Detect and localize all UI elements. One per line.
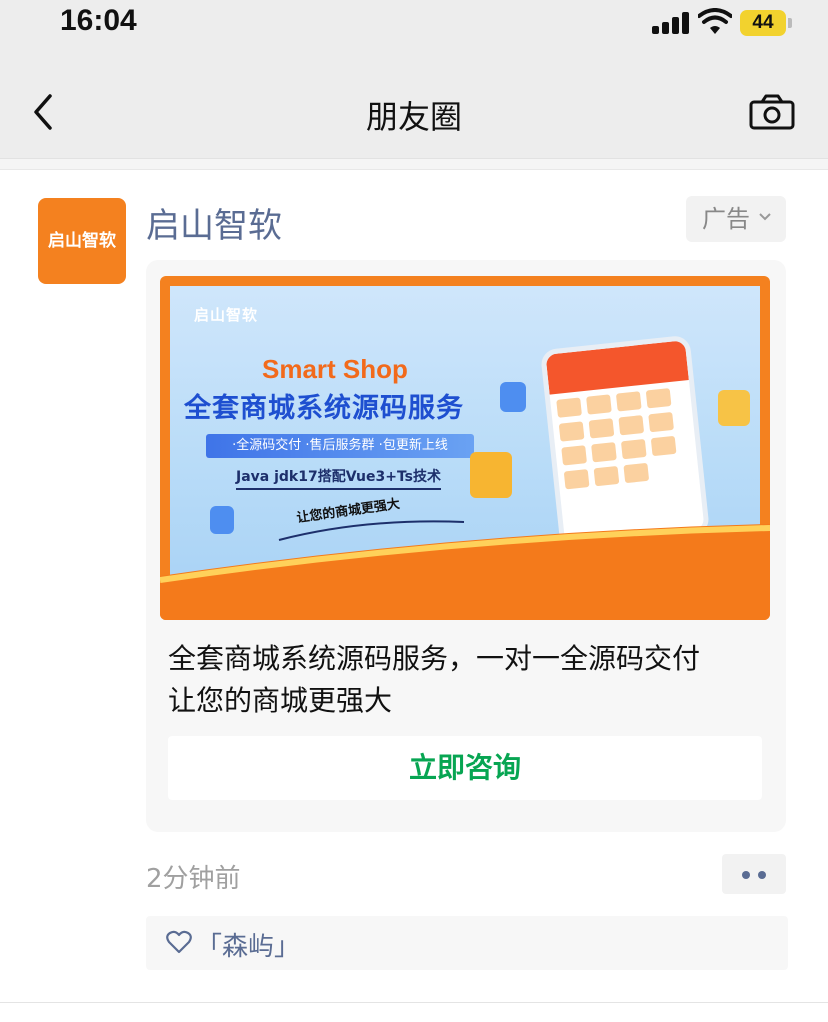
ad-label-button[interactable]: 广告 [686, 196, 786, 242]
ad-text-line1: 全套商城系统源码服务，一对一全源码交付 [168, 642, 701, 675]
banner-headline: Smart Shop [262, 354, 408, 384]
post-author[interactable]: 启山智软 [146, 198, 282, 247]
banner-features: ·全源码交付 ·售后服务群 ·包更新上线 [206, 434, 474, 458]
more-actions-button[interactable] [722, 854, 786, 894]
ad-card[interactable]: 启山智软 Smart Shop 全套商城系统源码服务 ·全源码交付 ·售后服务群… [146, 260, 786, 832]
nav-bar: 朋友圈 [0, 48, 828, 158]
ad-text-line2: 让您的商城更强大 [168, 684, 393, 717]
status-time: 16:04 [60, 4, 137, 37]
liker-name[interactable]: 「森屿」 [196, 926, 300, 963]
nav-divider [0, 158, 828, 170]
consult-now-button[interactable]: 立即咨询 [168, 736, 762, 800]
ad-label: 广告 [702, 205, 750, 233]
ad-banner-image[interactable]: 启山智软 Smart Shop 全套商城系统源码服务 ·全源码交付 ·售后服务群… [160, 276, 770, 620]
wifi-icon [698, 8, 732, 34]
banner-subheadline: 全套商城系统源码服务 [184, 393, 464, 424]
chevron-down-icon [759, 213, 771, 221]
status-bar: 16:04 44 [0, 0, 828, 48]
orange-wave-decoration [160, 524, 770, 620]
avatar[interactable]: 启山智软 [38, 198, 126, 284]
tv-cube-icon [470, 452, 512, 498]
likes-bar: 「森屿」 [146, 916, 788, 970]
phone-mockup [539, 334, 711, 550]
cart-cube-icon [500, 382, 526, 412]
battery-icon: 44 [740, 10, 792, 36]
battery-level: 44 [740, 10, 786, 36]
cellular-signal-icon [652, 12, 692, 34]
page-title: 朋友圈 [365, 98, 462, 136]
square-cube-icon [718, 390, 750, 426]
ad-description: 全套商城系统源码服务，一对一全源码交付 让您的商城更强大 [168, 638, 768, 722]
banner-tech: Java jdk17搭配Vue3+Ts技术 [236, 466, 442, 490]
banner-logo: 启山智软 [194, 306, 259, 324]
heart-icon [166, 930, 192, 954]
camera-icon[interactable] [748, 94, 796, 130]
feed-divider [0, 1002, 828, 1003]
post-time: 2分钟前 [146, 864, 241, 894]
